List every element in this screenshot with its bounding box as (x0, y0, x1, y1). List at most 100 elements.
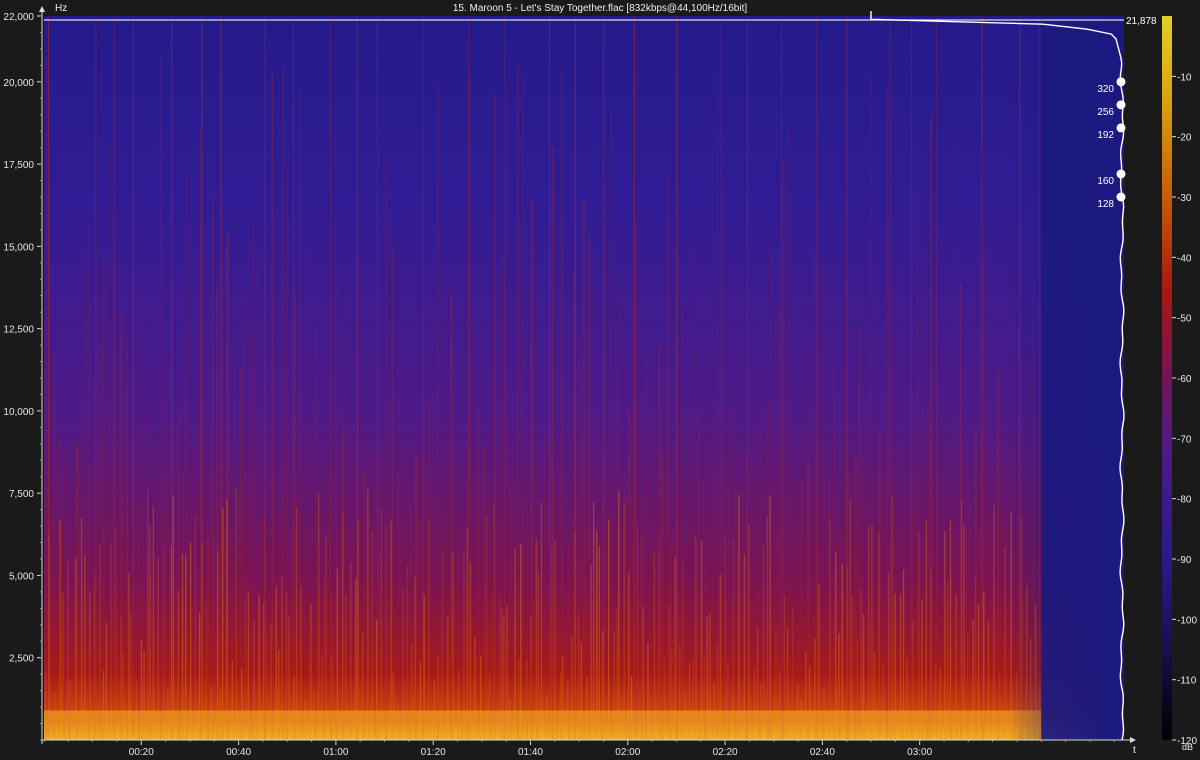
harmonic-band (769, 496, 771, 740)
harmonic-band (380, 509, 382, 740)
colorbar-tick-label: -60 (1177, 374, 1192, 385)
spectral-streak (885, 87, 888, 740)
bitrate-marker-label: 256 (1097, 107, 1114, 118)
spectral-streak (984, 344, 986, 740)
transient-line (746, 18, 748, 740)
harmonic-band (829, 519, 831, 740)
spectral-streak (907, 131, 909, 741)
harmonic-band (152, 506, 154, 740)
harmonic-band (222, 508, 224, 740)
harmonic-band (574, 530, 576, 740)
spectral-streak (239, 368, 242, 740)
spectral-streak (833, 362, 835, 740)
harmonic-band (59, 520, 61, 740)
spectral-streak (870, 74, 872, 740)
colorbar-tick-label: -90 (1177, 555, 1192, 566)
transient-line (981, 18, 983, 740)
transient-line (377, 18, 379, 740)
x-tick-label: 01:20 (421, 747, 446, 758)
spectral-streak (516, 62, 519, 740)
y-tick-label: 5,000 (9, 571, 34, 582)
harmonic-band (849, 498, 851, 740)
spectral-streak (858, 325, 861, 740)
harmonic-band (925, 520, 927, 740)
harmonic-band (701, 540, 703, 740)
bitrate-marker-label: 128 (1097, 199, 1114, 210)
harmonic-band (748, 523, 750, 740)
spectral-streak (940, 239, 942, 740)
harmonic-band (201, 542, 203, 740)
harmonic-band (738, 495, 740, 740)
transient-line (220, 18, 222, 740)
harmonic-band (618, 490, 620, 740)
harmonic-band (963, 525, 965, 740)
harmonic-band (878, 532, 880, 740)
harmonic-band (194, 515, 197, 740)
colorbar-tick-label: -70 (1177, 434, 1192, 445)
harmonic-band (623, 502, 625, 740)
x-axis-arrow (1130, 737, 1136, 743)
spectral-streak (645, 355, 648, 740)
transient-line (113, 18, 115, 740)
harmonic-band (993, 505, 995, 740)
spectral-streak (76, 441, 79, 740)
bitrate-marker-label: 160 (1097, 176, 1114, 187)
harmonic-band (944, 531, 946, 740)
spectral-streak (477, 408, 480, 740)
spectral-streak (319, 58, 321, 741)
harmonic-band (115, 527, 117, 740)
transient-line (504, 18, 506, 740)
colorbar-tick-label: -50 (1177, 314, 1192, 325)
transient-line (132, 18, 134, 740)
transient-line (816, 18, 818, 740)
colorbar-tick-label: -30 (1177, 193, 1192, 204)
transient-line (910, 18, 912, 740)
y-tick-label: 12,500 (3, 325, 34, 336)
x-tick-label: 03:00 (907, 747, 932, 758)
spectral-streak (145, 410, 148, 740)
harmonic-band (891, 495, 893, 740)
harmonic-band (593, 502, 595, 740)
colorbar-tick-label: -20 (1177, 133, 1192, 144)
harmonic-band (235, 488, 237, 740)
spectral-streak (793, 514, 795, 740)
harmonic-band (724, 536, 727, 740)
spectral-streak (854, 455, 857, 740)
bitrate-marker-dot (1116, 77, 1126, 87)
y-tick-label: 15,000 (3, 242, 34, 253)
transient-line (936, 18, 937, 740)
harmonic-band (367, 489, 369, 740)
spectral-streak (624, 495, 627, 740)
transient-line (468, 18, 470, 740)
spectral-streak (278, 76, 281, 740)
harmonic-band (608, 519, 610, 740)
y-tick-label: 10,000 (3, 407, 34, 418)
harmonic-band (949, 519, 952, 740)
spectral-streak (425, 399, 427, 740)
colorbar-tick-label: -80 (1177, 495, 1192, 506)
spectral-streak (822, 258, 824, 740)
spectral-streak (522, 74, 525, 741)
bitrate-marker-label: 320 (1097, 84, 1114, 95)
spectral-streak (610, 107, 613, 740)
transient-line (549, 18, 551, 740)
x-tick-label: 00:40 (226, 747, 251, 758)
spectral-streak (640, 535, 643, 740)
spectral-streak (63, 452, 66, 740)
bitrate-marker-dot (1116, 123, 1126, 133)
y-tick-label: 22,000 (3, 12, 34, 23)
spectral-streak (212, 195, 214, 740)
x-tick-label: 02:20 (713, 747, 738, 758)
harmonic-band (636, 527, 639, 740)
spectral-streak (294, 292, 296, 740)
spectral-streak (207, 538, 210, 740)
harmonic-band (318, 492, 320, 740)
spectral-streak (716, 71, 719, 740)
transient-line (95, 18, 97, 740)
harmonic-band (80, 517, 83, 740)
y-tick-label: 7,500 (9, 489, 34, 500)
harmonic-band (732, 539, 735, 740)
spectral-streak (46, 56, 48, 740)
spectral-streak (165, 441, 167, 740)
harmonic-band (190, 542, 192, 740)
